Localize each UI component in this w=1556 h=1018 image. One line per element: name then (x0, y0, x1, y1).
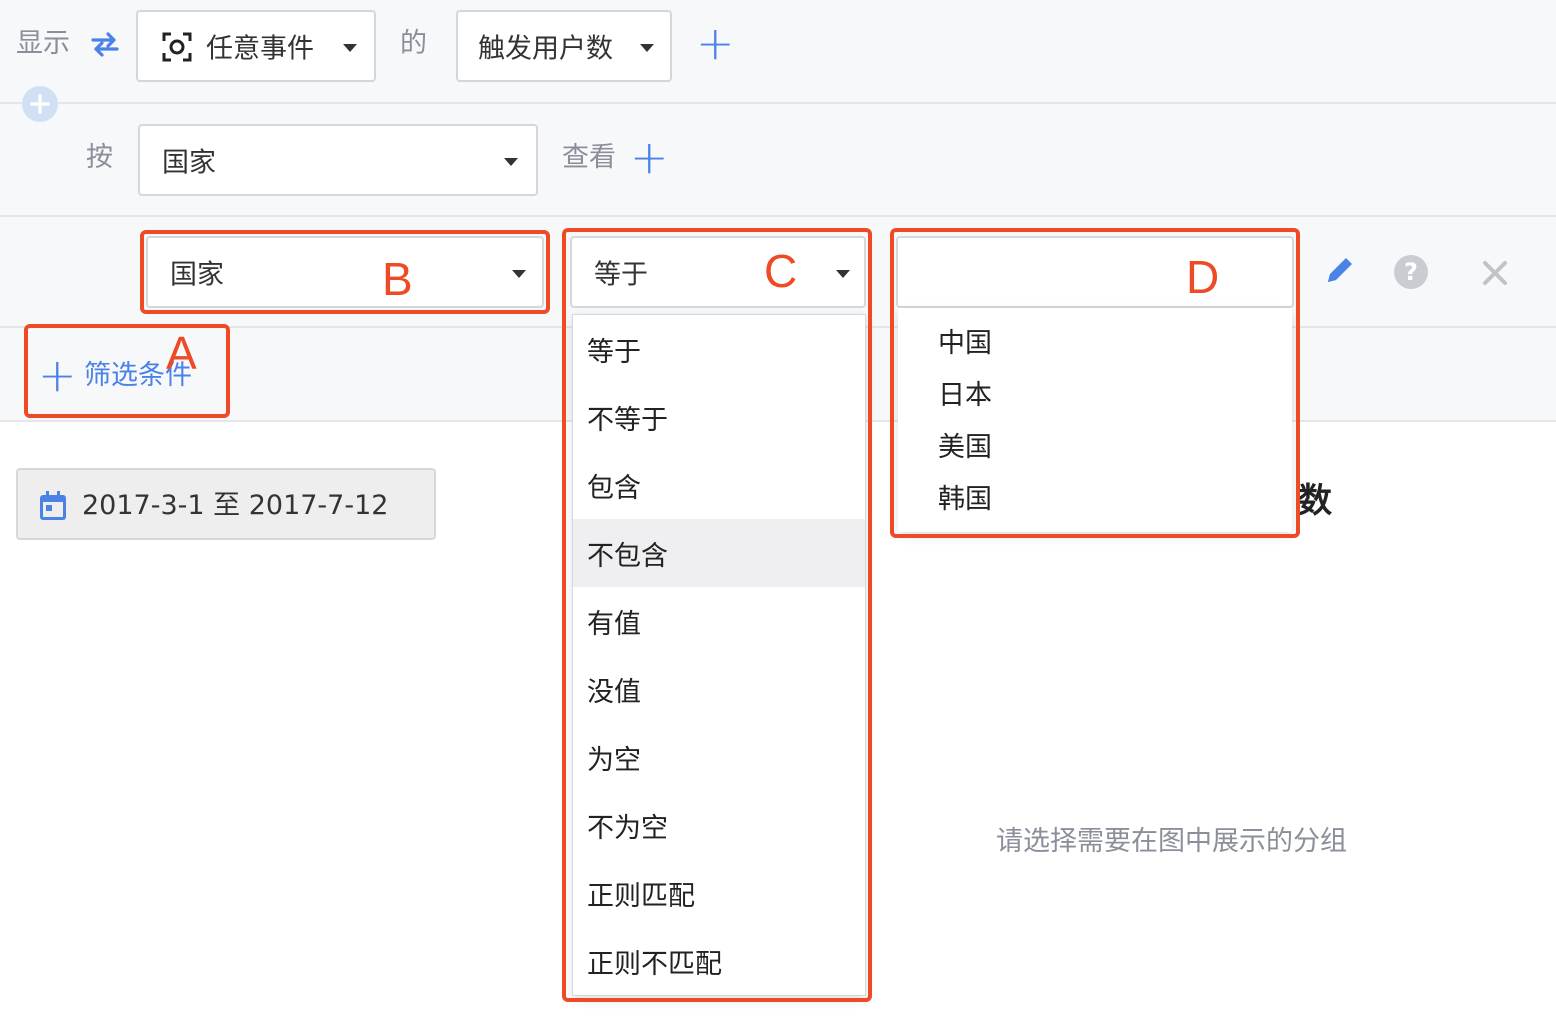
help-icon[interactable]: ? (1394, 255, 1428, 289)
view-label: 查看 (562, 142, 616, 173)
event-select[interactable]: 任意事件 (136, 10, 376, 82)
by-label: 按 (86, 142, 113, 173)
empty-state-message: 请选择需要在图中展示的分组 (996, 826, 1347, 857)
chevron-down-icon (640, 44, 654, 52)
of-label: 的 (400, 28, 427, 59)
event-icon (162, 32, 192, 62)
chevron-down-icon (343, 44, 357, 52)
date-range-text: 2017-3-1 至 2017-7-12 (82, 490, 389, 521)
group-by-select[interactable]: 国家 (138, 124, 538, 196)
swap-icon[interactable] (90, 30, 120, 58)
metric-select-label: 触发用户数 (478, 33, 613, 65)
add-group-icon[interactable]: + (630, 134, 669, 180)
annotation-label-b: B (382, 253, 413, 305)
close-icon[interactable] (1480, 258, 1510, 288)
annotation-label-c: C (764, 245, 798, 297)
annotation-box-b (140, 230, 550, 314)
annotation-label-a: A (166, 327, 197, 379)
group-by-select-label: 国家 (162, 147, 216, 179)
calendar-icon (38, 490, 68, 522)
add-row-icon[interactable] (22, 86, 58, 122)
chevron-down-icon (504, 158, 518, 166)
chart-title: 数 (1298, 481, 1332, 521)
annotation-box-a (24, 324, 230, 418)
annotation-box-d (890, 228, 1300, 538)
annotation-label-d: D (1186, 251, 1220, 303)
add-metric-icon[interactable]: + (696, 20, 735, 66)
event-select-label: 任意事件 (206, 33, 314, 65)
edit-icon[interactable] (1322, 252, 1358, 288)
date-range-picker[interactable]: 2017-3-1 至 2017-7-12 (16, 468, 436, 540)
annotation-box-c (562, 228, 872, 1002)
metric-select[interactable]: 触发用户数 (456, 10, 672, 82)
show-label: 显示 (16, 28, 70, 59)
